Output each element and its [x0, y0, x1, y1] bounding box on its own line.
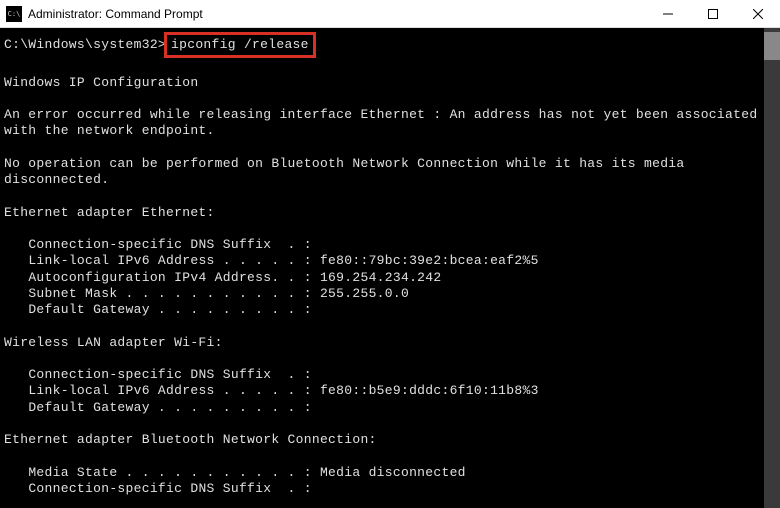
maximize-button[interactable] — [690, 0, 735, 27]
adapter2-title: Wireless LAN adapter Wi-Fi: — [4, 335, 223, 350]
output-error1: An error occurred while releasing interf… — [4, 107, 766, 138]
adapter2-line: Link-local IPv6 Address . . . . . : fe80… — [4, 383, 539, 398]
terminal-area[interactable]: C:\Windows\system32>ipconfig /release Wi… — [0, 28, 780, 508]
adapter3-line: Media State . . . . . . . . . . . : Medi… — [4, 465, 466, 480]
cmd-icon — [6, 6, 22, 22]
adapter3-title: Ethernet adapter Bluetooth Network Conne… — [4, 432, 377, 447]
window-controls — [645, 0, 780, 27]
close-button[interactable] — [735, 0, 780, 27]
prompt-path: C:\Windows\system32> — [4, 37, 166, 52]
window-title: Administrator: Command Prompt — [28, 7, 645, 21]
adapter3-line: Connection-specific DNS Suffix . : — [4, 481, 312, 496]
adapter1-line: Subnet Mask . . . . . . . . . . . : 255.… — [4, 286, 409, 301]
minimize-button[interactable] — [645, 0, 690, 27]
output-error2: No operation can be performed on Bluetoo… — [4, 156, 693, 187]
scrollbar-thumb[interactable] — [764, 32, 780, 60]
adapter1-line: Autoconfiguration IPv4 Address. . : 169.… — [4, 270, 441, 285]
output-header: Windows IP Configuration — [4, 75, 198, 90]
adapter1-line: Default Gateway . . . . . . . . . : — [4, 302, 312, 317]
adapter1-line: Connection-specific DNS Suffix . : — [4, 237, 312, 252]
vertical-scrollbar[interactable]: ▲ — [764, 28, 780, 508]
window-titlebar: Administrator: Command Prompt — [0, 0, 780, 28]
adapter2-line: Default Gateway . . . . . . . . . : — [4, 400, 312, 415]
terminal-output: C:\Windows\system32>ipconfig /release Wi… — [4, 32, 776, 497]
command-highlight: ipconfig /release — [164, 32, 316, 58]
adapter1-line: Link-local IPv6 Address . . . . . : fe80… — [4, 253, 539, 268]
adapter2-line: Connection-specific DNS Suffix . : — [4, 367, 312, 382]
adapter1-title: Ethernet adapter Ethernet: — [4, 205, 215, 220]
